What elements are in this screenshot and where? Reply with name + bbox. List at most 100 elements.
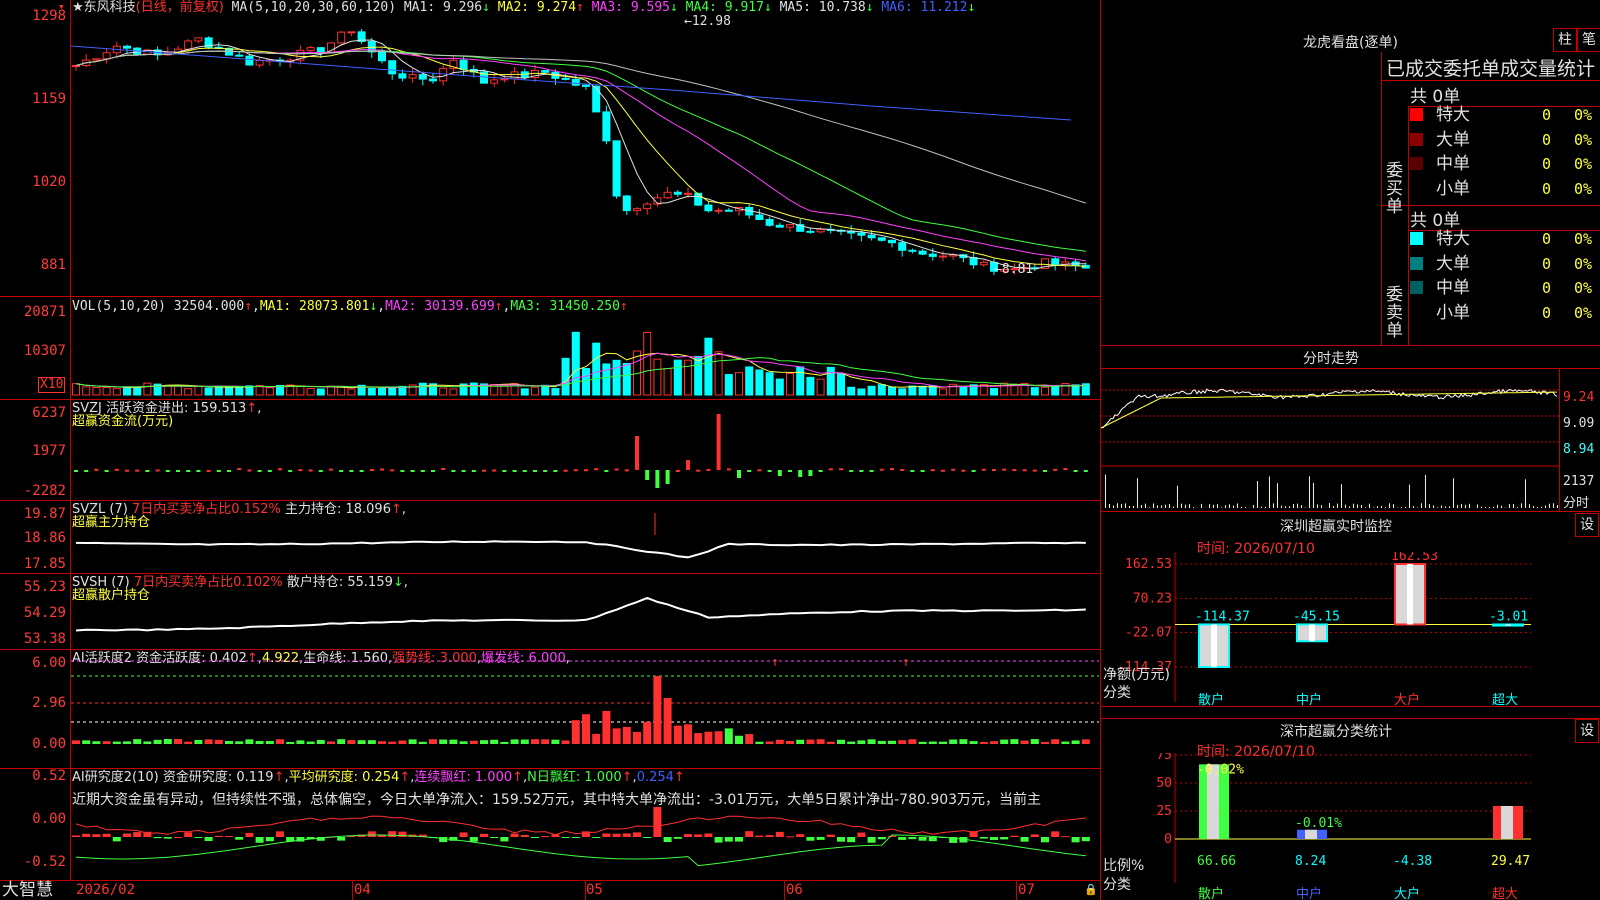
activity-bar [480,740,488,744]
vol-bar [449,388,458,396]
candle-body [123,45,131,49]
szc-ytick-label: 50 [1156,776,1172,791]
ma-label: MA(5,10,20,30,60,120) [231,0,397,15]
sz-monitor-settings-button[interactable]: 设 [1575,513,1599,537]
research-bar [214,835,223,837]
fund-flow-bar [135,469,140,472]
ma-item-1: MA1: 9.296 [403,0,483,15]
sz-bar-value: -114.37 [1195,609,1250,624]
activity-bar [163,739,172,744]
ai-active-pane[interactable]: AI活跃度2 资金活跃度: 0.402↑,4.922,生命线: 1.560,强势… [0,650,1100,768]
svzl-line[interactable] [71,505,1099,571]
fund-flow-bar [298,469,303,472]
vol-bar [204,387,213,396]
sz-category-label: 中户 [1296,692,1322,708]
svzl-pane[interactable]: SVZL (7) 7日内买卖净占比0.152% 主力持仓: 18.096↑, 超… [0,501,1100,573]
intraday-vol-bar [1169,504,1170,508]
volume-pane[interactable]: VOL(5,10,20) 32504.000↑,MA1: 28073.801↓,… [0,297,1100,399]
sz-class-title: 深市超赢分类统计 [1280,724,1392,740]
vol-bar [939,388,947,396]
kline-mode[interactable]: (日线，前复权) [136,0,224,15]
intraday-vol-bar [1485,507,1486,508]
activity-bar [214,739,223,744]
candle-body [867,234,876,239]
volume-bars[interactable] [71,313,1099,397]
vol-bar [786,372,794,396]
activity-bar [367,740,376,744]
vol-bar [296,385,305,396]
activity-bar [653,676,662,744]
activity-bar [571,720,580,744]
activity-bar [1051,739,1060,744]
ai-active-bars[interactable]: ↑ ↑ [71,654,1099,766]
research-bar [867,837,876,843]
ai-research-comment: 近期大资金虽有异动，但持续性不强，总体偏空，今日大单净流入：159.52万元，其… [72,792,1042,808]
tick-view-button[interactable]: 笔 [1577,28,1600,52]
intraday-panel[interactable]: 分时走势 9.24 9.09 8.94 2137 分时 [1101,346,1600,511]
intraday-vol-bar [1517,507,1518,508]
research-bar [184,832,193,837]
star-icon[interactable]: ★ [72,0,84,15]
ai-research-pane[interactable]: AI研究度2(10) 资金研究度: 0.119↑,平均研究度: 0.254↑,连… [0,769,1100,881]
intraday-vol-bar [1181,503,1182,508]
row-label: 大单 [1436,129,1470,150]
sz-class-settings-button[interactable]: 设 [1575,719,1599,743]
sz-monitor-title: 深圳超赢实时监控 [1280,519,1392,535]
candlestick-chart[interactable] [71,18,1099,294]
activity-bar [459,741,468,744]
lock-icon[interactable]: 🔒 [1084,883,1098,896]
fund-flow-bar [584,469,588,472]
bar-view-button[interactable]: 柱 [1553,28,1577,52]
research-bar [225,835,233,837]
fund-flow-bar [400,470,405,472]
activity-bar [225,740,233,744]
row-value: 0 [1542,106,1552,124]
activity-bar [72,740,80,744]
vol-bar [755,369,764,396]
fund-flow-bar [645,470,650,480]
svsh-line[interactable] [71,578,1099,648]
x-label-4: 07 [1018,882,1035,898]
research-bar [337,837,346,841]
vol-bar [316,388,325,396]
fund-flow-bar [278,468,282,471]
fund-flow-bar [125,469,129,472]
fund-flow-bar [686,460,690,470]
vol-bar [265,387,274,396]
candle-body [592,85,601,113]
intraday-vol-bar [1537,507,1538,508]
activity-bar [500,741,509,744]
research-bar [877,837,886,840]
activity-bar [673,725,682,744]
vol-bar [837,373,845,396]
svsh-pane[interactable]: SVSH (7) 7日内买卖净占比0.102% 散户持仓: 55.159↓, 超… [0,574,1100,649]
ai-research-bars[interactable] [71,807,1099,879]
activity-bar [1020,740,1029,744]
intraday-vol-bar [1309,476,1310,508]
kline-pane[interactable]: ▾ ★东风科技(日线，前复权) MA(5,10,20,30,60,120) MA… [0,0,1100,296]
vol-bar [571,331,580,396]
szc-ytick-label: 0 [1164,832,1172,847]
vol-bar [888,386,896,396]
vol-bar [592,342,601,396]
research-bar [979,837,988,839]
activity-bar [357,740,366,744]
order-row-4: 小单 0 0% [1410,178,1600,200]
fund-flow-bar [482,469,486,472]
candle-body [979,261,988,266]
vol-bar [347,388,356,396]
research-bar [918,837,927,841]
sz-class-xtitle: 分类 [1103,877,1131,893]
stock-name[interactable]: 东风科技 [84,0,136,15]
candle-body [245,55,254,66]
activity-bar [398,740,407,744]
sz-category-label: 大户 [1394,692,1420,708]
intraday-vol-bar [1145,503,1146,508]
intraday-vol-bar [1553,503,1554,508]
intraday-chart[interactable] [1101,370,1559,510]
intraday-vol-bar [1469,503,1470,508]
svzj-pane[interactable]: SVZJ 活跃资金进出: 159.513↑, 超赢资金流(万元) 6237 19… [0,400,1100,500]
fund-flow-bar [543,470,548,472]
candle-body [582,84,590,87]
svzj-bars[interactable] [71,404,1099,498]
